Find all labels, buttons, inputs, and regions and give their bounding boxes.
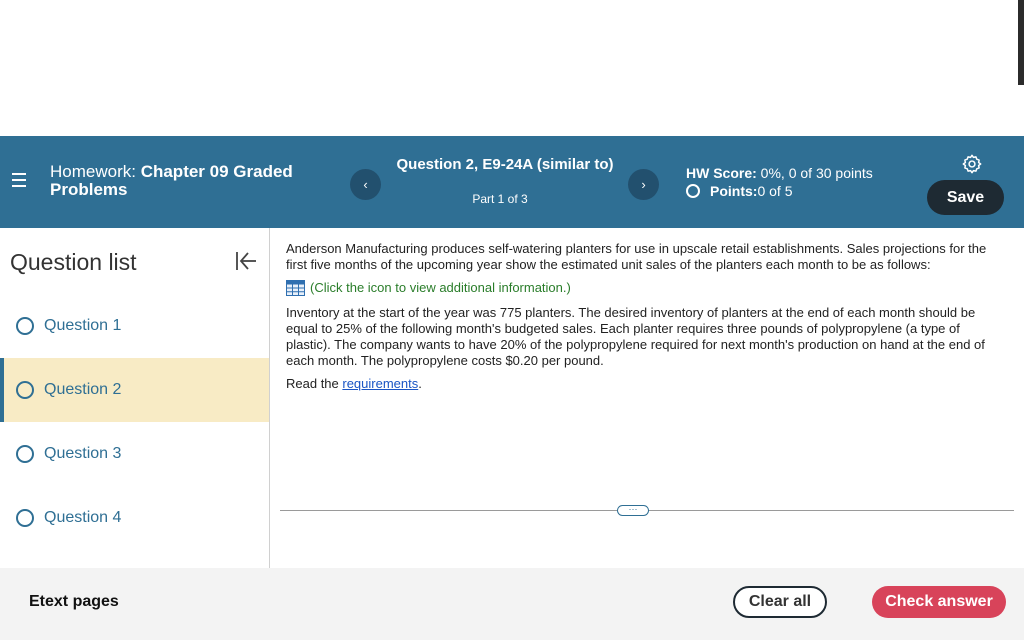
read-requirements: Read the requirements.	[286, 376, 992, 392]
window-edge	[1018, 0, 1024, 85]
additional-info-text: (Click the icon to view additional infor…	[310, 280, 571, 295]
radio-icon	[16, 445, 34, 463]
hw-score: HW Score: 0%, 0 of 30 points	[686, 165, 873, 181]
next-question-button[interactable]: ›	[628, 169, 659, 200]
points-status-icon	[686, 184, 700, 198]
table-icon[interactable]	[286, 280, 305, 296]
hw-score-value: 0%, 0 of 30 points	[756, 165, 873, 181]
etext-pages-link[interactable]: Etext pages	[29, 593, 119, 611]
radio-icon	[16, 317, 34, 335]
question-content: Anderson Manufacturing produces self-wat…	[286, 241, 992, 399]
homework-prefix: Homework:	[50, 162, 141, 181]
question-part: Part 1 of 3	[472, 192, 528, 206]
radio-icon	[16, 381, 34, 399]
check-answer-button[interactable]: Check answer	[872, 586, 1006, 618]
question-label: Question 2	[44, 381, 122, 398]
footer-bar: Etext pages Clear all Check answer	[0, 568, 1024, 640]
points-label: Points:	[710, 183, 758, 199]
question-list-title: Question list	[10, 249, 137, 275]
question-body: Inventory at the start of the year was 7…	[286, 305, 985, 368]
requirements-link[interactable]: requirements	[342, 376, 418, 391]
read-suffix: .	[418, 376, 422, 391]
expand-more-button[interactable]: ···	[617, 505, 649, 516]
points-status: Points: 0 of 5	[686, 183, 792, 199]
gear-icon[interactable]	[961, 153, 983, 175]
question-list-item-3[interactable]: Question 3	[0, 422, 269, 486]
hamburger-menu-icon[interactable]	[10, 172, 28, 188]
points-value: 0 of 5	[757, 183, 793, 199]
question-list-item-2[interactable]: Question 2	[0, 358, 269, 422]
question-label: Question 3	[44, 445, 122, 462]
homework-title: Homework: Chapter 09 Graded Problems	[50, 163, 340, 199]
question-title: Question 2, E9-24A (similar to)	[396, 156, 614, 173]
save-button[interactable]: Save	[927, 180, 1004, 215]
radio-icon	[16, 509, 34, 527]
question-label: Question 4	[44, 509, 122, 526]
read-prefix: Read the	[286, 376, 343, 391]
page: Homework: Chapter 09 Graded Problems ‹ Q…	[0, 0, 1024, 640]
question-list-item-4[interactable]: Question 4	[0, 486, 269, 550]
header-bar: Homework: Chapter 09 Graded Problems ‹ Q…	[0, 136, 1024, 228]
question-list-item-1[interactable]: Question 1	[0, 294, 269, 358]
question-intro: Anderson Manufacturing produces self-wat…	[286, 241, 987, 272]
question-list-panel: Question list Question 1 Question 2 Ques…	[0, 228, 270, 568]
additional-info-link[interactable]: (Click the icon to view additional infor…	[286, 280, 992, 296]
previous-question-button[interactable]: ‹	[350, 169, 381, 200]
question-label: Question 1	[44, 317, 122, 334]
collapse-left-icon[interactable]	[234, 250, 258, 272]
clear-all-button[interactable]: Clear all	[733, 586, 827, 618]
hw-score-label: HW Score:	[686, 165, 757, 181]
